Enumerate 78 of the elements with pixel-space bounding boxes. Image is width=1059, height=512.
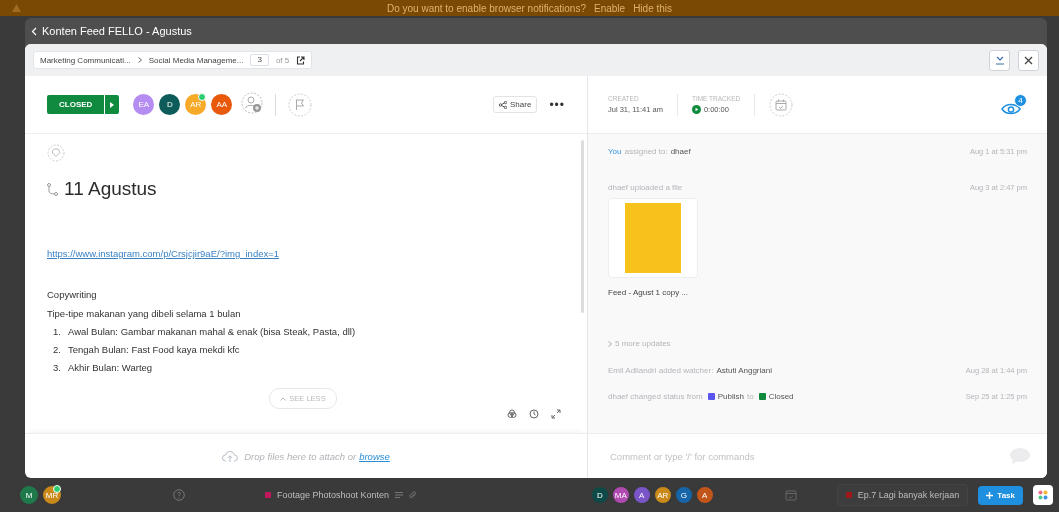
scrollbar[interactable] [581, 140, 584, 313]
paperclip-icon [409, 491, 418, 499]
pinned-task[interactable]: Ep.7 Lagi banyak kerjaan [836, 484, 969, 506]
lines-icon [395, 492, 404, 498]
caret-icon [110, 101, 115, 108]
share-out-icon[interactable] [296, 55, 306, 65]
member-avatar[interactable]: MA [610, 485, 631, 505]
history-icon[interactable] [529, 409, 539, 419]
list-number: 3. [53, 362, 62, 374]
share-icon [499, 100, 508, 109]
page-number-field[interactable]: 3 [250, 54, 269, 66]
list-item: Awal Bulan: Gambar makanan mahal & enak (bisa Steak, Pasta, dll) [68, 326, 356, 338]
user-avatar[interactable]: M [18, 484, 40, 506]
chevron-up-icon [280, 396, 287, 401]
eye-icon [1001, 103, 1021, 115]
activity-text: dhaef changed status from [608, 392, 703, 401]
download-icon [994, 55, 1005, 65]
list-number: 2. [53, 344, 62, 356]
actor-name[interactable]: You [608, 146, 622, 156]
list-item: Akhir Bulan: Warteg [68, 362, 153, 374]
assignee-avatar[interactable]: EA [131, 92, 157, 117]
share-button[interactable]: Share [493, 96, 538, 113]
collapse-button[interactable] [989, 49, 1010, 71]
paragraph: Tipe-tipe makanan yang dibeli selama 1 bulan [47, 308, 242, 319]
assignee-avatar[interactable]: D [157, 92, 183, 117]
member-avatar[interactable]: AR [652, 485, 673, 505]
member-avatar[interactable]: A [694, 485, 715, 505]
member-avatar[interactable]: D [589, 485, 610, 505]
link[interactable]: https://www.instagram.com/p/Crsjcjir9aE/?img_index=1 [47, 248, 559, 259]
list-number: 1. [53, 326, 62, 338]
watcher-name: Astuti Anggriani [716, 366, 772, 375]
close-button[interactable] [1018, 49, 1039, 71]
plus-icon [986, 491, 994, 499]
assignee-name: dhaef [670, 146, 691, 156]
palette-icon[interactable] [507, 409, 517, 419]
apps-button[interactable] [1033, 485, 1053, 505]
chevron-icon [137, 57, 142, 63]
new-task-button[interactable]: Task [978, 485, 1023, 505]
section-heading: Copywriting [47, 289, 98, 300]
breadcrumb-link[interactable]: Marketing Communicati... [40, 55, 131, 65]
watcher-count: 4 [1014, 94, 1027, 107]
file-thumbnail[interactable] [608, 198, 698, 278]
status-name: Closed [768, 392, 794, 401]
calendar-icon[interactable] [784, 489, 797, 501]
close-icon [1024, 55, 1033, 65]
chevron-icon [608, 340, 612, 347]
activity-text: assigned to: [624, 146, 668, 156]
notification-link[interactable]: Hide this [633, 2, 673, 14]
more-options-button[interactable]: ••• [549, 97, 565, 112]
subtask-icon [47, 182, 58, 196]
cloud-upload-icon [222, 449, 239, 463]
file-name[interactable]: Feed - Agust 1 copy ... [608, 288, 1027, 297]
page-total: of 5 [275, 55, 290, 65]
attach-hint: Drop files here to attach or [244, 450, 357, 462]
tag-icon[interactable] [47, 144, 65, 162]
help-icon[interactable] [173, 489, 185, 501]
add-user-icon[interactable] [241, 92, 264, 114]
assignee-avatar[interactable]: AA [209, 92, 235, 117]
apps-icon [1038, 490, 1048, 500]
notification-message: Do you want to enable browser notifications? [386, 2, 586, 14]
task-title: 11 Agustus [64, 178, 157, 200]
watchers-button[interactable]: 4 [1001, 94, 1027, 115]
list-item: Tengah Bulan: Fast Food kaya mekdi kfc [68, 344, 240, 356]
breadcrumb-link[interactable]: Social Media Manageme... [148, 55, 244, 65]
flag-icon[interactable] [288, 92, 313, 117]
notification-link[interactable]: Enable [594, 2, 626, 14]
user-avatar[interactable]: MR [41, 484, 63, 506]
member-avatar[interactable]: A [631, 485, 652, 505]
warning-icon [12, 4, 21, 12]
expand-icon[interactable] [551, 409, 561, 419]
task-window-title: Konten Feed FELLO - Agustus [42, 25, 192, 37]
member-avatar[interactable]: G [673, 485, 694, 505]
task-name[interactable]: Footage Photoshoot Konten [277, 490, 390, 500]
back-icon[interactable] [31, 26, 37, 36]
browse-link[interactable]: browse [359, 450, 390, 462]
image-placeholder [625, 203, 681, 273]
status-name: Publish [717, 392, 744, 401]
play-icon[interactable] [691, 105, 701, 114]
